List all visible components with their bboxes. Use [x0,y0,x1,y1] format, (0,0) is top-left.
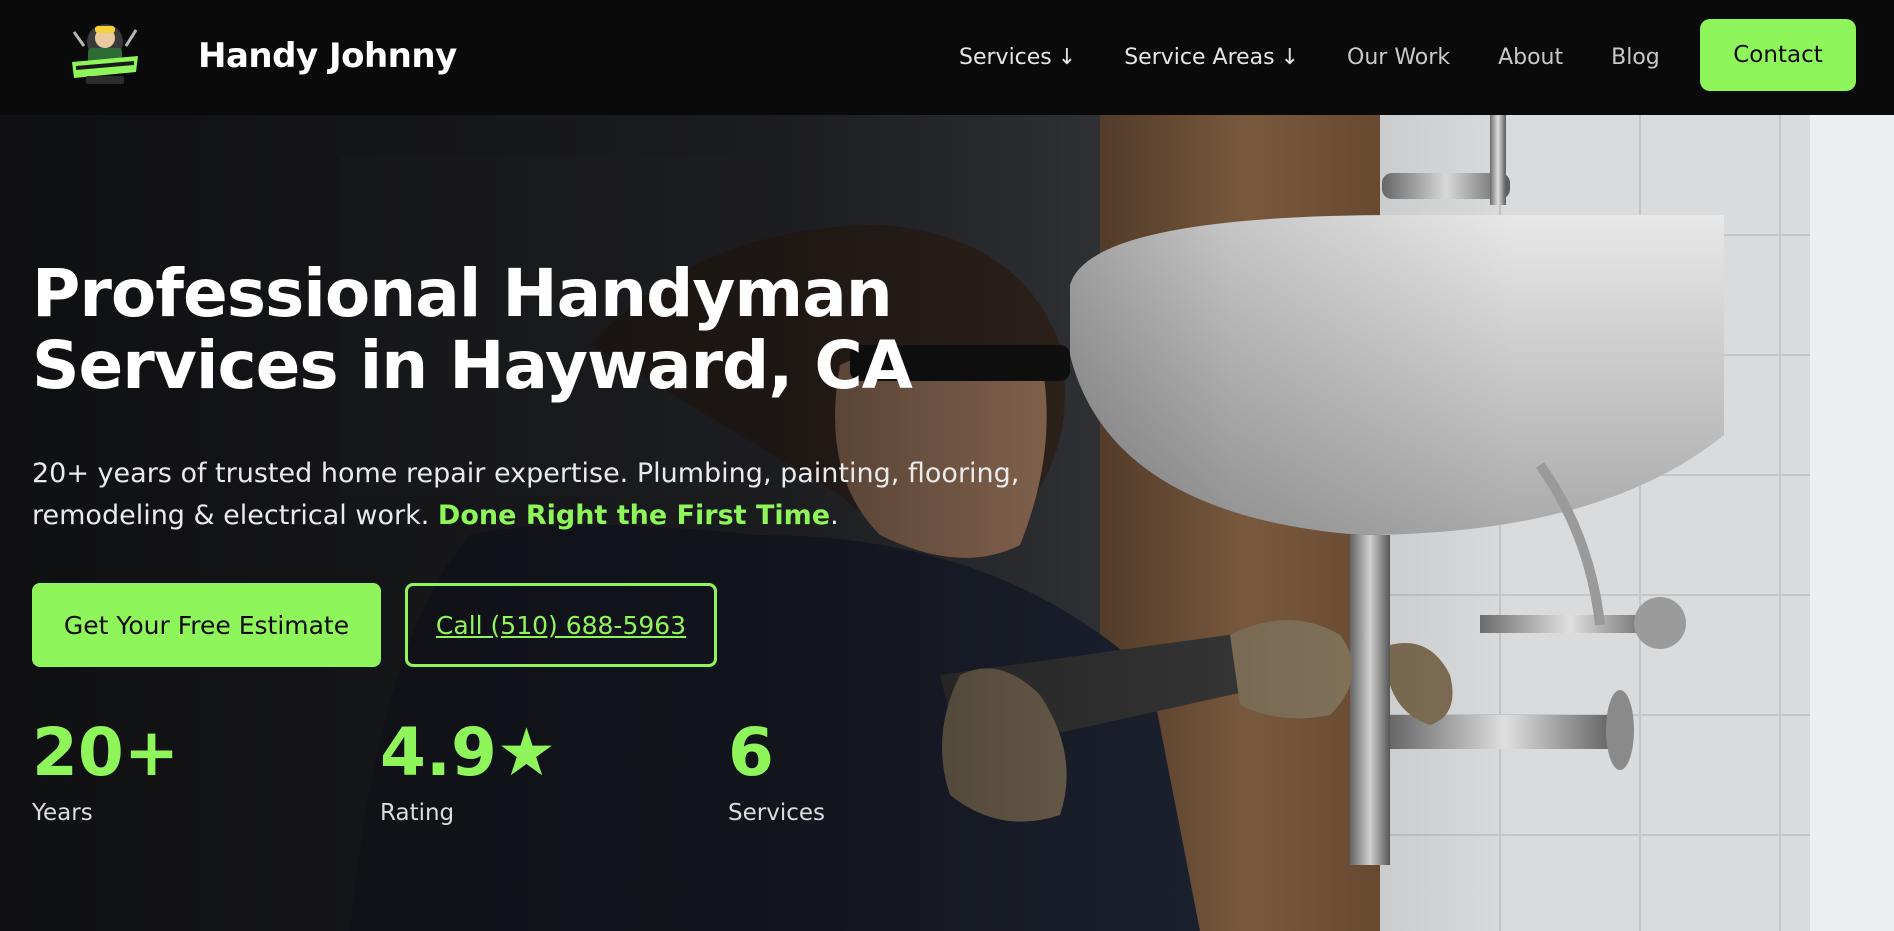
nav-item-our-work[interactable]: Our Work [1347,45,1450,70]
stat-label: Rating [380,800,455,826]
nav-item-service-areas[interactable]: Service Areas ↓ [1124,45,1299,70]
stat-value: 4.9★ [380,714,557,791]
hero-subtext: 20+ years of trusted home repair experti… [32,453,1032,537]
arrow-down-icon: ↓ [1280,45,1300,70]
contact-button[interactable]: Contact [1700,19,1856,91]
nav-item-about[interactable]: About [1498,45,1563,70]
stat-value: 6 [728,714,774,791]
subtext-accent: Done Right the First Time [437,500,831,531]
call-phone-button[interactable]: Call (510) 688-5963 [405,583,717,667]
stat-label: Services [728,800,825,826]
hero-headline: Professional Handyman Services in Haywar… [32,258,932,402]
arrow-down-icon: ↓ [1057,45,1077,70]
main-navigation: Services ↓ Service Areas ↓ Our Work About … [959,0,1708,115]
stat-services: 6 Services [728,714,825,827]
stat-years: 20+ Years [32,714,180,827]
stat-label: Years [32,800,93,826]
nav-item-blog[interactable]: Blog [1611,45,1660,70]
free-estimate-button[interactable]: Get Your Free Estimate [32,583,381,667]
stat-rating: 4.9★ Rating [380,714,557,827]
stat-value: 20+ [32,714,180,791]
brand-name[interactable]: Handy Johnny [198,36,457,76]
headline-line-1: Professional Handyman [32,255,893,332]
nav-item-services[interactable]: Services ↓ [959,45,1076,70]
subtext-end: . [830,500,839,531]
nav-item-label: Service Areas [1124,45,1275,70]
top-nav: Handy Johnny Services ↓ Service Areas ↓ Ou… [0,0,1894,115]
handy-johnny-logo[interactable] [66,12,144,92]
nav-item-label: Services [959,45,1052,70]
headline-line-2: Services in Hayward, CA [32,327,913,404]
hero-section: Professional Handyman Services in Haywar… [0,115,1894,931]
